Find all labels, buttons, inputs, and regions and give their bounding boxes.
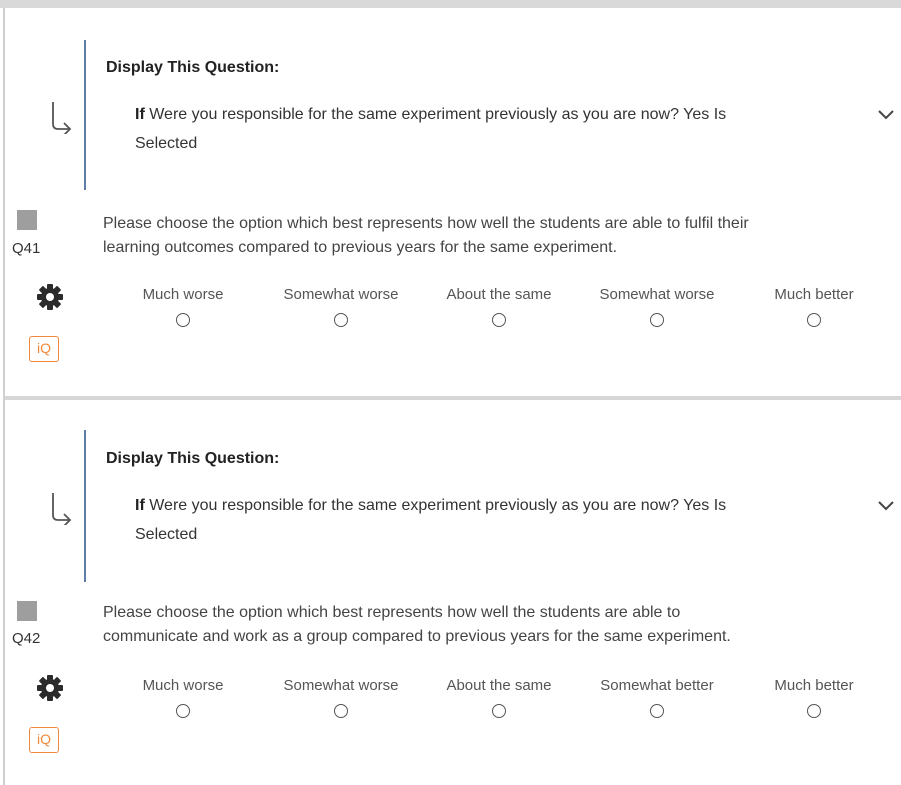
question-block-q42: Display This Question: If Were you respo… xyxy=(0,390,901,780)
radio-button[interactable] xyxy=(492,704,506,718)
arrow-down-right-icon xyxy=(52,493,72,525)
choice-option[interactable]: Somewhat worse xyxy=(261,286,421,327)
arrow-down-right-icon xyxy=(52,102,72,134)
condition-text: Were you responsible for the same experi… xyxy=(149,106,727,123)
iq-icon[interactable]: iQ xyxy=(29,336,59,362)
question-block-q41: Display This Question: If Were you respo… xyxy=(0,0,901,390)
if-keyword: If xyxy=(135,497,145,514)
radio-button[interactable] xyxy=(334,704,348,718)
display-logic-title: Display This Question: xyxy=(106,450,280,467)
display-logic-condition[interactable]: If Were you responsible for the same exp… xyxy=(135,491,835,549)
chevron-down-icon[interactable] xyxy=(876,499,896,513)
question-id: Q41 xyxy=(12,240,41,257)
choice-option[interactable]: Much better xyxy=(734,677,894,718)
choice-label: Much better xyxy=(774,286,854,303)
choice-label: Much worse xyxy=(142,286,224,303)
if-keyword: If xyxy=(135,106,145,123)
radio-button[interactable] xyxy=(650,704,664,718)
display-logic-bar xyxy=(84,430,86,582)
drag-handle-icon[interactable] xyxy=(17,210,37,230)
choice-option[interactable]: Much better xyxy=(734,286,894,327)
question-text-line: Please choose the option which best repr… xyxy=(103,604,681,621)
drag-handle-icon[interactable] xyxy=(17,601,37,621)
choice-label: Somewhat worse xyxy=(599,286,715,303)
radio-button[interactable] xyxy=(334,313,348,327)
condition-text: Were you responsible for the same experi… xyxy=(149,497,727,514)
choice-option[interactable]: Somewhat better xyxy=(577,677,737,718)
choice-label: About the same xyxy=(446,677,552,694)
choice-label: Much worse xyxy=(142,677,224,694)
choice-label: Somewhat worse xyxy=(283,286,399,303)
choice-option[interactable]: About the same xyxy=(419,677,579,718)
radio-button[interactable] xyxy=(650,313,664,327)
radio-button[interactable] xyxy=(807,313,821,327)
choice-label: Somewhat worse xyxy=(283,677,399,694)
question-text-line: learning outcomes compared to previous y… xyxy=(103,239,618,256)
radio-button[interactable] xyxy=(807,704,821,718)
gear-icon[interactable] xyxy=(34,281,66,313)
choice-option[interactable]: Much worse xyxy=(103,286,263,327)
display-logic-title: Display This Question: xyxy=(106,59,280,76)
iq-icon[interactable]: iQ xyxy=(29,727,59,753)
display-logic-bar xyxy=(84,40,86,190)
radio-button[interactable] xyxy=(176,313,190,327)
radio-button[interactable] xyxy=(176,704,190,718)
choice-option[interactable]: Somewhat worse xyxy=(261,677,421,718)
condition-text-continued: Selected xyxy=(135,526,198,543)
choice-label: Somewhat better xyxy=(600,677,714,694)
question-id: Q42 xyxy=(12,630,41,647)
choice-option[interactable]: About the same xyxy=(419,286,579,327)
choice-option[interactable]: Much worse xyxy=(103,677,263,718)
choice-option[interactable]: Somewhat worse xyxy=(577,286,737,327)
question-text: Please choose the option which best repr… xyxy=(103,601,893,649)
question-text: Please choose the option which best repr… xyxy=(103,212,893,260)
question-text-line: communicate and work as a group compared… xyxy=(103,628,731,645)
choice-label: Much better xyxy=(774,677,854,694)
condition-text-continued: Selected xyxy=(135,135,198,152)
radio-button[interactable] xyxy=(492,313,506,327)
chevron-down-icon[interactable] xyxy=(876,108,896,122)
display-logic-condition[interactable]: If Were you responsible for the same exp… xyxy=(135,100,835,158)
gear-icon[interactable] xyxy=(34,672,66,704)
survey-editor: Display This Question: If Were you respo… xyxy=(0,0,901,785)
choice-label: About the same xyxy=(446,286,552,303)
question-text-line: Please choose the option which best repr… xyxy=(103,215,749,232)
